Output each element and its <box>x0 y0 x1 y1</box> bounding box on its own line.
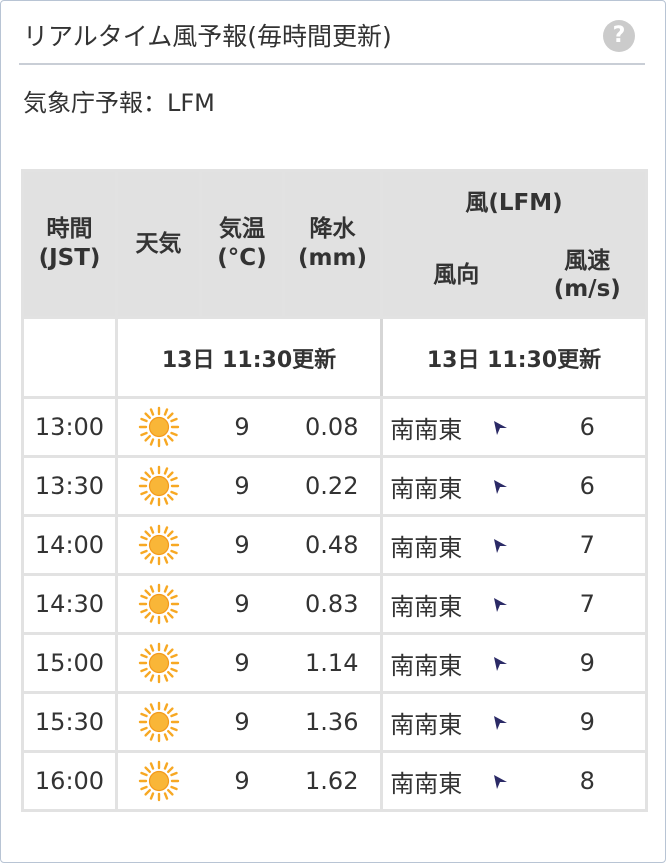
row-wind-direction: 南南東 <box>380 573 470 635</box>
sunny-icon <box>139 465 180 507</box>
row-time: 13:30 <box>21 455 118 517</box>
row-temperature: 9 <box>200 396 284 458</box>
row-wind-direction: 南南東 <box>380 691 470 753</box>
row-wind-speed: 8 <box>529 750 649 812</box>
question-circle-icon[interactable]: ? <box>603 20 635 52</box>
row-precipitation: 1.14 <box>283 632 383 694</box>
forecast-row: 14:30 9 0.83 南南東 7 <box>21 573 649 635</box>
column-header-wind-direction: 風向 <box>380 234 530 319</box>
sunny-icon <box>139 701 180 743</box>
row-precipitation: 1.62 <box>283 750 383 812</box>
row-precipitation: 0.08 <box>283 396 383 458</box>
row-precipitation: 0.48 <box>283 514 383 576</box>
column-header-wind-group: 風(LFM) <box>379 169 649 235</box>
forecast-source-label: 気象庁予報：LFM <box>23 89 215 117</box>
row-temperature: 9 <box>200 514 284 576</box>
row-wind-arrow <box>469 750 530 812</box>
sunny-icon <box>139 760 180 802</box>
row-wind-direction: 南南東 <box>380 632 470 694</box>
row-wind-speed: 9 <box>529 691 649 753</box>
row-precipitation: 1.36 <box>283 691 383 753</box>
row-wind-speed: 6 <box>529 396 649 458</box>
row-wind-arrow <box>469 455 530 517</box>
forecast-row: 16:00 9 1.62 南南東 8 <box>21 750 649 812</box>
row-time: 14:30 <box>21 573 118 635</box>
weather-update-time: 13日 11:30更新 <box>115 316 382 399</box>
wind-arrow-icon <box>493 657 507 671</box>
column-header-weather: 天気 <box>115 169 202 319</box>
row-precipitation: 0.22 <box>283 455 383 517</box>
row-time: 15:00 <box>21 632 118 694</box>
column-header-time: 時間 (JST) <box>21 169 118 319</box>
forecast-table: 時間 (JST) 天気 気温 (°C) 降水 (mm) 風(LFM) 風向 風速… <box>21 169 649 812</box>
row-wind-arrow <box>469 632 530 694</box>
row-weather <box>115 573 201 635</box>
row-weather <box>115 691 201 753</box>
row-precipitation: 0.83 <box>283 573 383 635</box>
forecast-row: 15:30 9 1.36 南南東 9 <box>21 691 649 753</box>
forecast-row: 14:00 9 0.48 南南東 7 <box>21 514 649 576</box>
row-weather <box>115 396 201 458</box>
forecast-row: 13:30 9 0.22 南南東 6 <box>21 455 649 517</box>
sunny-icon <box>139 642 180 684</box>
row-time: 16:00 <box>21 750 118 812</box>
row-weather <box>115 750 201 812</box>
row-temperature: 9 <box>200 573 284 635</box>
row-wind-speed: 7 <box>529 573 649 635</box>
sunny-icon <box>139 406 180 448</box>
row-wind-direction: 南南東 <box>380 514 470 576</box>
row-wind-direction: 南南東 <box>380 750 470 812</box>
wind-arrow-icon <box>493 539 507 553</box>
column-header-wind-speed: 風速 (m/s) <box>529 234 649 319</box>
row-wind-arrow <box>469 514 530 576</box>
row-weather <box>115 632 201 694</box>
row-wind-speed: 9 <box>529 632 649 694</box>
wind-arrow-icon <box>493 480 507 494</box>
panel-header: リアルタイム風予報(毎時間更新) ? <box>19 1 645 65</box>
wind-forecast-panel: リアルタイム風予報(毎時間更新) ? 気象庁予報：LFM 時間 (JST) 天気… <box>0 0 666 863</box>
wind-update-time: 13日 11:30更新 <box>379 316 649 399</box>
row-wind-speed: 7 <box>529 514 649 576</box>
row-time: 13:00 <box>21 396 118 458</box>
row-temperature: 9 <box>200 632 284 694</box>
sunny-icon <box>139 524 180 566</box>
row-temperature: 9 <box>200 750 284 812</box>
update-empty-cell <box>21 316 118 399</box>
row-wind-speed: 6 <box>529 455 649 517</box>
row-temperature: 9 <box>200 455 284 517</box>
update-time-row: 13日 11:30更新 13日 11:30更新 <box>21 316 649 399</box>
wind-arrow-icon <box>493 716 507 730</box>
column-header-temperature: 気温 (°C) <box>199 169 285 319</box>
forecast-row: 15:00 9 1.14 南南東 9 <box>21 632 649 694</box>
row-weather <box>115 455 201 517</box>
row-wind-direction: 南南東 <box>380 455 470 517</box>
row-time: 15:30 <box>21 691 118 753</box>
wind-arrow-icon <box>493 775 507 789</box>
sunny-icon <box>139 583 180 625</box>
wind-arrow-icon <box>493 421 507 435</box>
row-wind-direction: 南南東 <box>380 396 470 458</box>
row-wind-arrow <box>469 573 530 635</box>
row-wind-arrow <box>469 396 530 458</box>
row-temperature: 9 <box>200 691 284 753</box>
row-wind-arrow <box>469 691 530 753</box>
row-weather <box>115 514 201 576</box>
row-time: 14:00 <box>21 514 118 576</box>
wind-arrow-icon <box>493 598 507 612</box>
column-header-precipitation: 降水 (mm) <box>282 169 383 319</box>
forecast-row: 13:00 9 0.08 南南東 6 <box>21 396 649 458</box>
panel-title: リアルタイム風予報(毎時間更新) <box>23 22 392 51</box>
